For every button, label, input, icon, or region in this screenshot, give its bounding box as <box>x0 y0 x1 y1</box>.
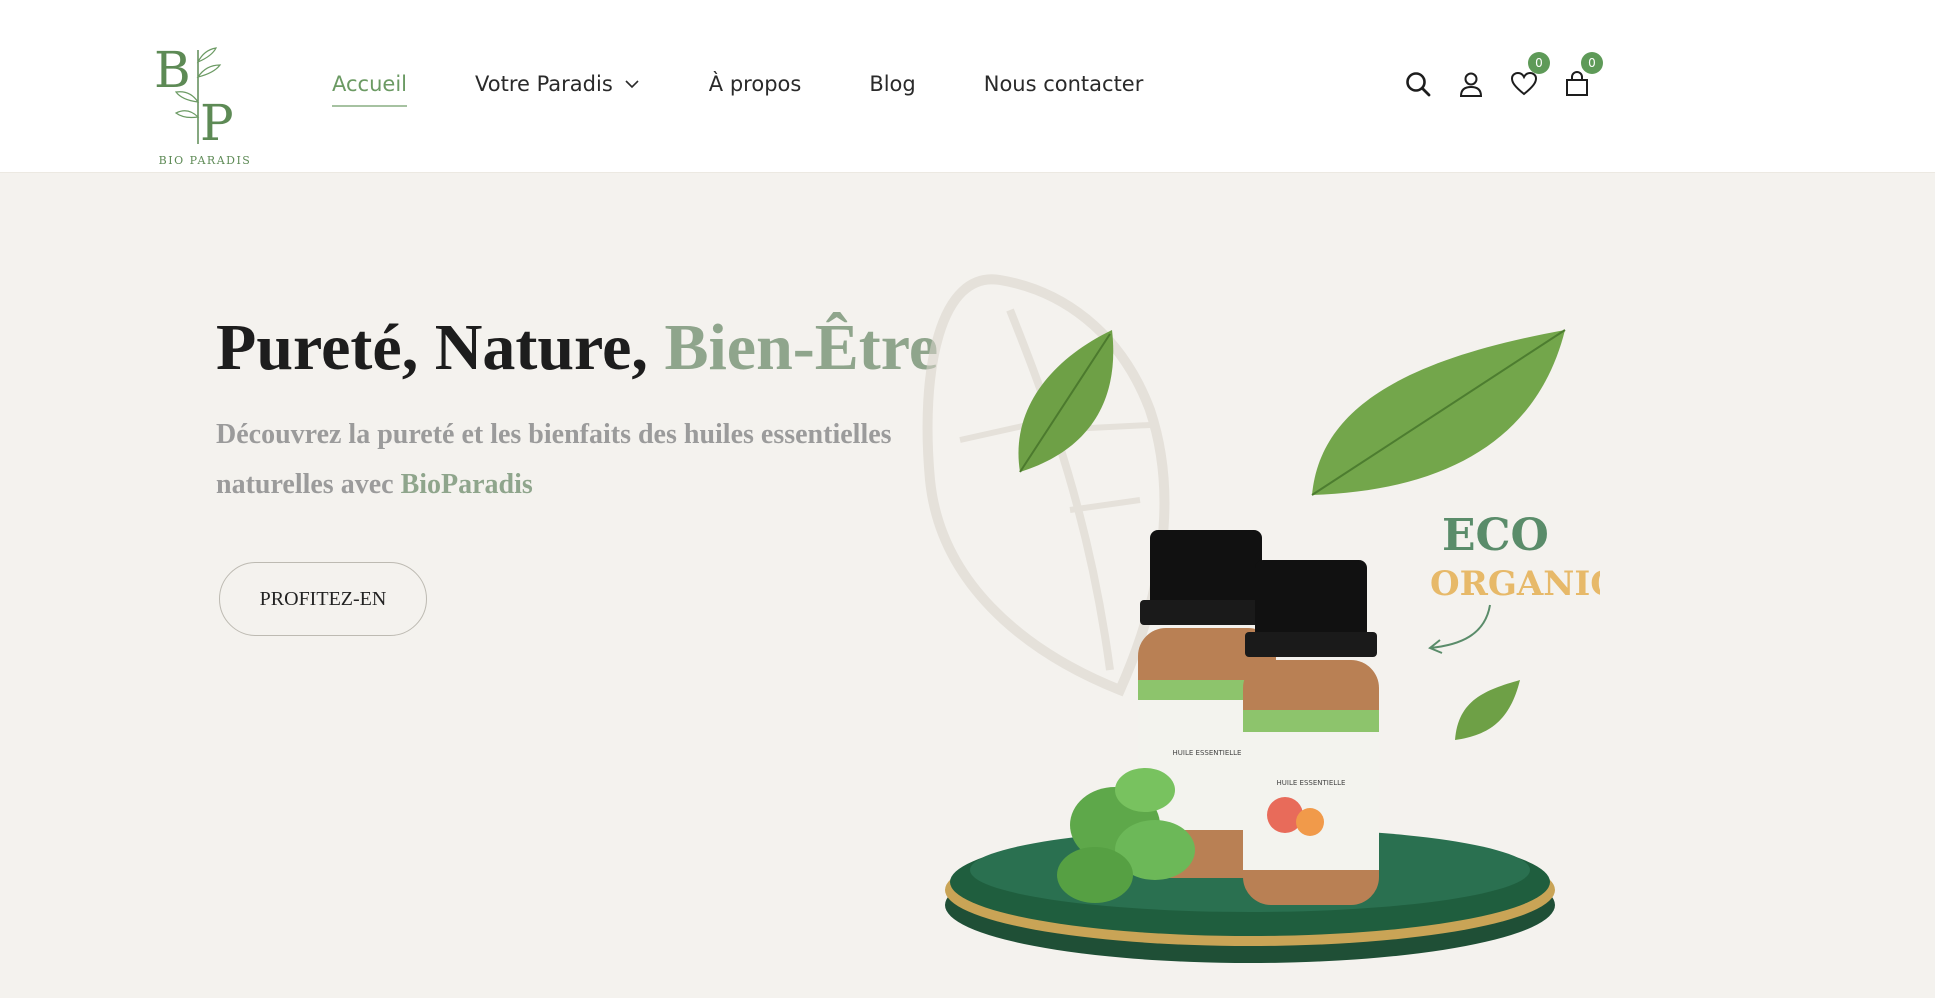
search-button[interactable] <box>1400 66 1436 102</box>
hero-title-main: Pureté, Nature, <box>216 311 665 384</box>
bag-icon <box>1566 71 1588 96</box>
nav-item-nous-contacter[interactable]: Nous contacter <box>984 72 1144 96</box>
hero-product-image: ECO ORGANIC HUILE ESSENTIELLE HUILE ESSE… <box>922 274 1600 963</box>
wishlist-button[interactable]: 0 <box>1506 52 1550 102</box>
profitez-en-button[interactable]: PROFITEZ-EN <box>219 562 427 636</box>
svg-text:P: P <box>200 94 234 152</box>
svg-text:B: B <box>154 42 191 99</box>
nav-item-label: Accueil <box>332 72 407 96</box>
bottle-right-label: HUILE ESSENTIELLE <box>1277 779 1346 787</box>
main-nav: Accueil Votre Paradis À propos Blog Nous… <box>332 72 1211 107</box>
cart-button[interactable]: 0 <box>1559 52 1603 102</box>
search-icon <box>1406 72 1431 97</box>
eco-organic-stamp: ECO ORGANIC <box>1428 510 1600 654</box>
hero-subtitle-main: Découvrez la pureté et les bienfaits des… <box>216 419 892 500</box>
logo-monogram: B P <box>154 41 234 152</box>
hero-title: Pureté, Nature, Bien-Être <box>216 310 938 386</box>
nav-item-label: À propos <box>708 72 802 96</box>
wishlist-count-badge: 0 <box>1528 52 1550 74</box>
cta-label: PROFITEZ-EN <box>259 587 387 610</box>
account-button[interactable] <box>1453 66 1489 102</box>
nav-item-label: Votre Paradis <box>475 72 613 96</box>
cart-count-badge: 0 <box>1581 52 1603 74</box>
heart-icon <box>1510 71 1538 96</box>
hero-subtitle: Découvrez la pureté et les bienfaits des… <box>216 410 976 510</box>
hero-title-accent: Bien-Être <box>664 311 939 384</box>
nav-item-a-propos[interactable]: À propos <box>709 72 802 96</box>
user-icon <box>1459 72 1483 97</box>
nav-item-votre-paradis[interactable]: Votre Paradis <box>475 72 641 96</box>
nav-item-accueil[interactable]: Accueil <box>332 72 407 107</box>
hero-subtitle-brand: BioParadis <box>400 469 533 500</box>
background-leaf-outline <box>922 274 1170 697</box>
nav-item-label: Blog <box>869 72 916 96</box>
nav-item-blog[interactable]: Blog <box>869 72 915 96</box>
organic-text: ORGANIC <box>1430 564 1600 604</box>
site-header: B P BIO PARADIS Accueil Votre Paradis À … <box>0 0 1935 173</box>
nav-item-label: Nous contacter <box>983 72 1144 96</box>
header-actions: 0 0 <box>1400 52 1612 102</box>
logo-wordmark: BIO PARADIS <box>158 154 252 167</box>
brand-logo[interactable]: B P BIO PARADIS <box>150 41 260 170</box>
bottle-left-label: HUILE ESSENTIELLE <box>1173 749 1242 757</box>
chevron-down-icon <box>625 80 639 89</box>
leaf-small <box>1455 680 1520 740</box>
essential-oil-bottle-right: HUILE ESSENTIELLE <box>1243 560 1379 905</box>
eco-text: ECO <box>1442 510 1549 561</box>
